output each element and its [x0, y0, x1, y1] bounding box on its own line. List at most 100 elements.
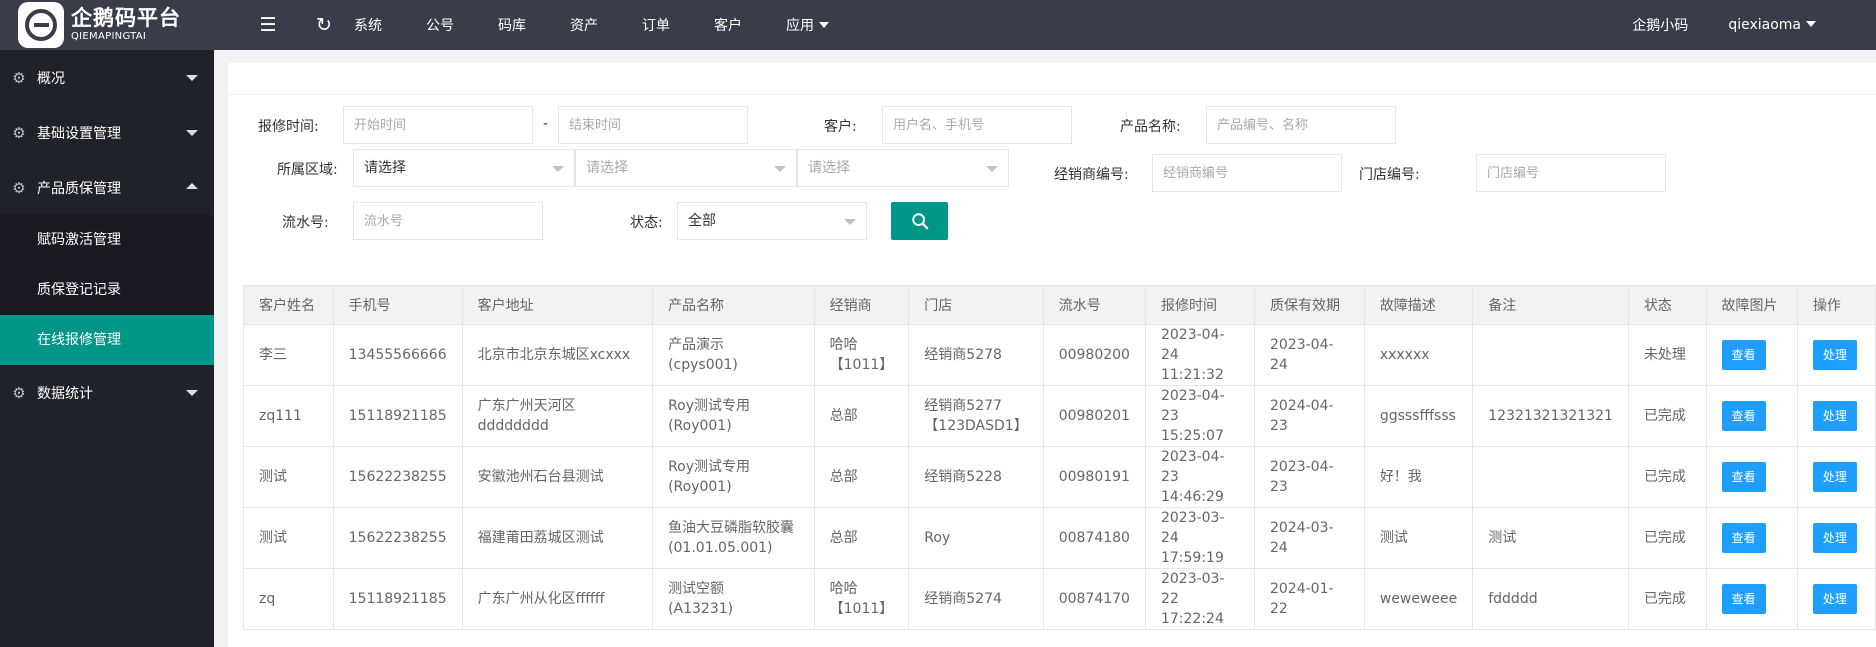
column-header: 客户地址 — [461, 285, 654, 325]
column-header: 门店 — [908, 285, 1044, 325]
gear-icon: ⚙ — [12, 68, 26, 87]
cell-phone: 15118921185 — [332, 568, 463, 630]
cell-serial-text: 00980200 — [1058, 347, 1130, 363]
store-input[interactable] — [1476, 154, 1666, 192]
chevron-down-icon — [819, 22, 829, 28]
start-time-input[interactable] — [343, 106, 533, 144]
top-nav-orders[interactable]: 订单 — [642, 15, 670, 35]
cell-product-text: Roy测试专用 — [668, 459, 751, 475]
cell-product: 测试空额 (A13231) — [652, 568, 815, 630]
cell-address-text: 福建莆田荔城区测试 — [477, 530, 604, 546]
view-button[interactable]: 查看 — [1721, 401, 1766, 431]
sidebar-item-overview[interactable]: ⚙ 概况 — [0, 50, 214, 105]
mini-program-link[interactable]: 企鹅小码 — [1632, 15, 1688, 35]
cell-status: 已完成 — [1627, 507, 1707, 569]
search-button[interactable] — [891, 202, 948, 240]
cell-product-text: (01.01.05.001) — [668, 540, 773, 556]
cell-address: 广东广州从化区ffffff — [461, 568, 654, 630]
handle-button[interactable]: 处理 — [1812, 584, 1857, 614]
handle-button[interactable]: 处理 — [1812, 340, 1857, 370]
sidebar-item-basic-settings[interactable]: ⚙ 基础设置管理 — [0, 105, 214, 160]
cell-fault: xxxxxx — [1363, 324, 1474, 386]
status-select[interactable]: 全部 — [677, 202, 867, 240]
column-header: 手机号 — [332, 285, 463, 325]
top-nav-customers[interactable]: 客户 — [714, 15, 742, 35]
sidebar-item-label: 概况 — [37, 70, 65, 87]
chevron-down-icon — [186, 390, 198, 396]
cell-store-text: 经销商5277 — [924, 398, 1002, 414]
sidebar-item-warranty[interactable]: ⚙ 产品质保管理 — [0, 160, 214, 215]
handle-button[interactable]: 处理 — [1812, 401, 1857, 431]
cell-phone-text: 15118921185 — [348, 591, 447, 607]
user-menu[interactable]: qiexiaoma — [1728, 17, 1816, 33]
top-nav: 系统 公号 码库 资产 订单 客户 应用 — [354, 0, 873, 50]
cell-address: 安徽池州石台县测试 — [461, 446, 654, 508]
refresh-icon[interactable]: ↻ — [296, 14, 352, 36]
serial-input[interactable] — [353, 202, 543, 240]
dealer-input[interactable] — [1152, 154, 1342, 192]
view-button[interactable]: 查看 — [1721, 462, 1766, 492]
column-header: 状态 — [1627, 285, 1707, 325]
product-input[interactable] — [1206, 106, 1396, 144]
cell-status-text: 已完成 — [1643, 591, 1686, 607]
cell-actions: 处理 — [1796, 446, 1876, 508]
cell-actions: 处理 — [1796, 385, 1876, 447]
top-nav-code-library[interactable]: 码库 — [498, 15, 526, 35]
cell-address: 广东广州天河区dddddddd — [461, 385, 654, 447]
view-button[interactable]: 查看 — [1721, 340, 1766, 370]
sidebar-item-label: 产品质保管理 — [37, 180, 121, 197]
cell-product: Roy测试专用 (Roy001) — [652, 385, 815, 447]
top-nav-assets[interactable]: 资产 — [570, 15, 598, 35]
region-district-select[interactable]: 请选择 — [797, 149, 1009, 187]
app-root: 企鹅码平台 QIEMAPINGTAI ☰ ↻ 系统 公号 码库 资产 订单 客户… — [0, 0, 1876, 647]
column-header: 流水号 — [1042, 285, 1146, 325]
panel-header — [228, 63, 1876, 95]
top-nav-official-account[interactable]: 公号 — [426, 15, 454, 35]
top-nav-apps[interactable]: 应用 — [786, 15, 829, 35]
top-bar: 企鹅码平台 QIEMAPINGTAI ☰ ↻ 系统 公号 码库 资产 订单 客户… — [0, 0, 1876, 50]
column-header: 报修时间 — [1144, 285, 1255, 325]
sidebar-subitem-online-repair[interactable]: 在线报修管理 — [0, 315, 214, 365]
date-range-separator: - — [543, 116, 549, 132]
cell-product-text: Roy测试专用 — [668, 398, 751, 414]
cell-fault-text: xxxxxx — [1379, 347, 1430, 363]
menu-fold-icon[interactable]: ☰ — [240, 14, 296, 36]
cell-address-text: 广东广州从化区ffffff — [477, 591, 605, 607]
cell-warranty-text: 2023-04-23 — [1269, 459, 1334, 495]
cell-actions: 处理 — [1796, 507, 1876, 569]
view-button[interactable]: 查看 — [1721, 584, 1766, 614]
region-city-select[interactable]: 请选择 — [575, 149, 797, 187]
sidebar-item-statistics[interactable]: ⚙ 数据统计 — [0, 365, 214, 420]
logo[interactable]: 企鹅码平台 QIEMAPINGTAI — [0, 0, 214, 50]
sidebar-item-label: 基础设置管理 — [37, 125, 121, 142]
end-time-input[interactable] — [558, 106, 748, 144]
cell-address: 福建莆田荔城区测试 — [461, 507, 654, 569]
cell-fault-image: 查看 — [1705, 568, 1798, 630]
cell-dealer-text: 哈哈 — [829, 337, 858, 353]
region-province-select[interactable]: 请选择 — [353, 149, 575, 187]
cell-store: 经销商5274 — [908, 568, 1044, 630]
chevron-down-icon — [844, 219, 856, 225]
cell-remark — [1472, 324, 1629, 386]
cell-fault: ggsssfffsss — [1363, 385, 1474, 447]
customer-input[interactable] — [882, 106, 1072, 144]
cell-remark: 测试 — [1472, 507, 1629, 569]
view-button[interactable]: 查看 — [1721, 523, 1766, 553]
cell-fault-text: weweweee — [1379, 591, 1458, 607]
cell-customer-name: 李三 — [243, 324, 334, 386]
gear-icon: ⚙ — [12, 123, 26, 142]
region-district-value: 请选择 — [808, 160, 850, 176]
top-nav-system[interactable]: 系统 — [354, 15, 382, 35]
handle-button[interactable]: 处理 — [1812, 523, 1857, 553]
cell-store-text: 经销商5228 — [924, 469, 1002, 485]
sidebar-subitem-warranty-records[interactable]: 质保登记记录 — [0, 265, 214, 315]
status-label: 状态: — [630, 215, 663, 231]
region-city-value: 请选择 — [586, 160, 628, 176]
cell-customer-name: 测试 — [243, 507, 334, 569]
cell-status: 已完成 — [1627, 385, 1707, 447]
handle-button[interactable]: 处理 — [1812, 462, 1857, 492]
cell-fault: 测试 — [1363, 507, 1474, 569]
sidebar-subitem-code-activation[interactable]: 赋码激活管理 — [0, 215, 214, 265]
cell-repair-time-text: 2023-04-24 — [1160, 327, 1225, 363]
cell-dealer: 哈哈 【1011】 — [813, 324, 910, 386]
